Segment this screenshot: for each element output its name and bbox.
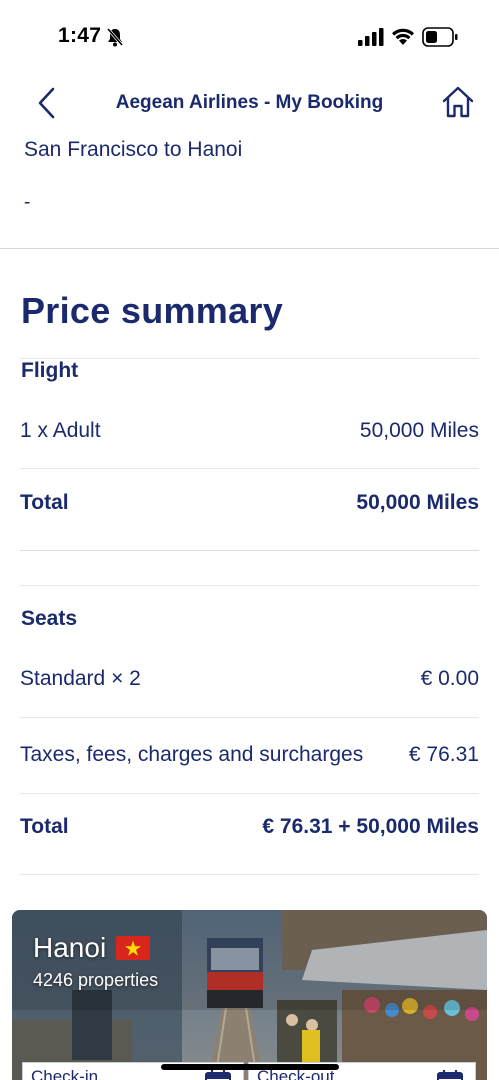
flight-total-value: 50,000 Miles xyxy=(356,491,479,514)
taxes-value: € 76.31 xyxy=(408,743,479,766)
price-summary-title: Price summary xyxy=(21,290,284,331)
seats-section-label: Seats xyxy=(21,607,78,630)
cellular-signal-icon xyxy=(358,28,384,46)
calendar-icon xyxy=(437,1070,463,1080)
home-indicator[interactable] xyxy=(161,1064,339,1070)
seat-standard-label: Standard × 2 xyxy=(20,667,141,690)
hotel-city-name: Hanoi xyxy=(33,932,107,963)
battery-icon xyxy=(422,27,458,47)
home-icon[interactable] xyxy=(440,84,476,120)
flight-section-label: Flight xyxy=(21,359,79,382)
flight-passenger-label: 1 x Adult xyxy=(20,419,101,442)
vietnam-flag-icon xyxy=(116,936,150,960)
booking-subtitle: - xyxy=(24,192,31,213)
booking-route: San Francisco to Hanoi xyxy=(24,138,243,161)
grand-total-label: Total xyxy=(20,815,69,838)
divider xyxy=(20,468,479,469)
divider xyxy=(20,358,479,359)
checkin-label: Check-in xyxy=(31,1067,99,1080)
page-title: Aegean Airlines - My Booking xyxy=(115,92,384,113)
grand-total-value: € 76.31 + 50,000 Miles xyxy=(262,815,479,838)
divider xyxy=(20,793,479,794)
silent-bell-icon xyxy=(106,28,124,47)
taxes-label: Taxes, fees, charges and surcharges xyxy=(20,743,364,766)
section-divider xyxy=(20,550,479,551)
flight-passenger-value: 50,000 Miles xyxy=(359,419,479,442)
wifi-icon xyxy=(392,28,414,45)
hotel-promo-card[interactable]: Hanoi 4246 properties Check-in Check-out xyxy=(12,910,487,1080)
seat-standard-value: € 0.00 xyxy=(420,667,479,690)
header-divider xyxy=(0,248,499,249)
property-count: 4246 properties xyxy=(33,970,159,990)
flight-total-label: Total xyxy=(20,491,69,514)
divider xyxy=(20,874,479,875)
status-time: 1:47 xyxy=(58,24,102,47)
status-bar: 1:47 xyxy=(0,0,499,76)
divider xyxy=(20,717,479,718)
app-header: Aegean Airlines - My Booking xyxy=(0,76,499,132)
calendar-icon xyxy=(205,1070,231,1080)
divider xyxy=(20,585,479,586)
